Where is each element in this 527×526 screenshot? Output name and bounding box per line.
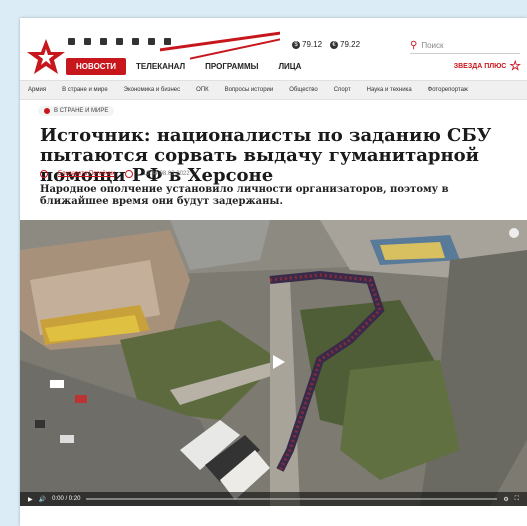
category-item[interactable]: Спорт bbox=[326, 87, 359, 93]
brand-link[interactable]: ЗВЕЗДА ПЛЮС ☆ bbox=[454, 58, 521, 74]
share-icon[interactable] bbox=[509, 228, 519, 238]
rate-usd: $79.12 bbox=[292, 40, 322, 49]
settings-icon[interactable]: ⚙ bbox=[503, 496, 508, 503]
category-item[interactable]: Экономика и бизнес bbox=[116, 87, 188, 93]
ok-icon[interactable] bbox=[84, 38, 91, 45]
search-placeholder[interactable]: Поиск bbox=[421, 41, 443, 50]
category-item[interactable]: В стране и мире bbox=[54, 87, 116, 93]
category-bar: Армия В стране и мире Экономика и бизнес… bbox=[20, 80, 527, 100]
search-box[interactable]: ⚲ Поиск bbox=[410, 40, 520, 54]
rss-icon[interactable] bbox=[164, 38, 171, 45]
vk-icon[interactable] bbox=[68, 38, 75, 45]
clock-icon bbox=[124, 170, 133, 178]
main-nav: НОВОСТИ ТЕЛЕКАНАЛ ПРОГРАММЫ ЛИЦА bbox=[66, 58, 311, 75]
category-item[interactable]: ОПК bbox=[188, 87, 216, 93]
nav-faces[interactable]: ЛИЦА bbox=[268, 58, 311, 75]
video-time: 0:00 / 0:20 bbox=[52, 496, 81, 502]
social-links bbox=[68, 38, 171, 45]
publish-date: 10:34 08.03.2022 bbox=[142, 171, 190, 177]
rate-eur: €79.22 bbox=[330, 40, 360, 49]
search-icon[interactable]: ⚲ bbox=[410, 40, 417, 51]
section-dot-icon bbox=[44, 108, 50, 114]
twitter-icon[interactable] bbox=[100, 38, 107, 45]
zen-icon[interactable] bbox=[132, 38, 139, 45]
currency-rates: $79.12 €79.22 bbox=[292, 40, 360, 49]
play-icon[interactable] bbox=[270, 354, 286, 370]
category-item[interactable]: Армия bbox=[20, 87, 54, 93]
article-lead: Народное ополчение установило личности о… bbox=[40, 184, 449, 207]
telegram-icon[interactable] bbox=[116, 38, 123, 45]
tiktok-icon[interactable] bbox=[148, 38, 155, 45]
article-page: НОВОСТИ ТЕЛЕКАНАЛ ПРОГРАММЫ ЛИЦА $79.12 … bbox=[20, 18, 527, 526]
progress-bar[interactable] bbox=[86, 498, 498, 500]
category-item[interactable]: Общество bbox=[281, 87, 326, 93]
brand-label: ЗВЕЗДА ПЛЮС bbox=[453, 62, 507, 70]
rate-usd-value: 79.12 bbox=[302, 40, 323, 49]
euro-icon: € bbox=[330, 40, 339, 49]
zvezda-logo[interactable] bbox=[26, 36, 66, 76]
dollar-icon: $ bbox=[292, 40, 300, 49]
category-item[interactable]: Фоторепортаж bbox=[420, 87, 476, 93]
author-link[interactable]: Елизавета Потейчик bbox=[58, 171, 115, 177]
nav-tv[interactable]: ТЕЛЕКАНАЛ bbox=[126, 58, 195, 75]
nav-programs[interactable]: ПРОГРАММЫ bbox=[195, 58, 268, 75]
nav-news[interactable]: НОВОСТИ bbox=[66, 58, 127, 75]
section-tag[interactable]: В СТРАНЕ И МИРЕ bbox=[38, 106, 115, 116]
category-item[interactable]: Вопросы истории bbox=[217, 87, 282, 93]
volume-icon[interactable]: 🔊 bbox=[39, 496, 46, 503]
star-icon: ☆ bbox=[509, 58, 521, 73]
rate-eur-value: 79.22 bbox=[340, 40, 361, 49]
author-icon bbox=[40, 170, 48, 178]
category-item[interactable]: Наука и техника bbox=[359, 87, 420, 93]
video-controls: ▶ 🔊 0:00 / 0:20 ⚙ ⛶ bbox=[20, 492, 527, 506]
fullscreen-icon[interactable]: ⛶ bbox=[515, 496, 519, 503]
section-label: В СТРАНЕ И МИРЕ bbox=[54, 108, 109, 114]
play-button[interactable]: ▶ bbox=[28, 496, 33, 503]
article-meta: Елизавета Потейчик 10:34 08.03.2022 bbox=[40, 170, 190, 178]
